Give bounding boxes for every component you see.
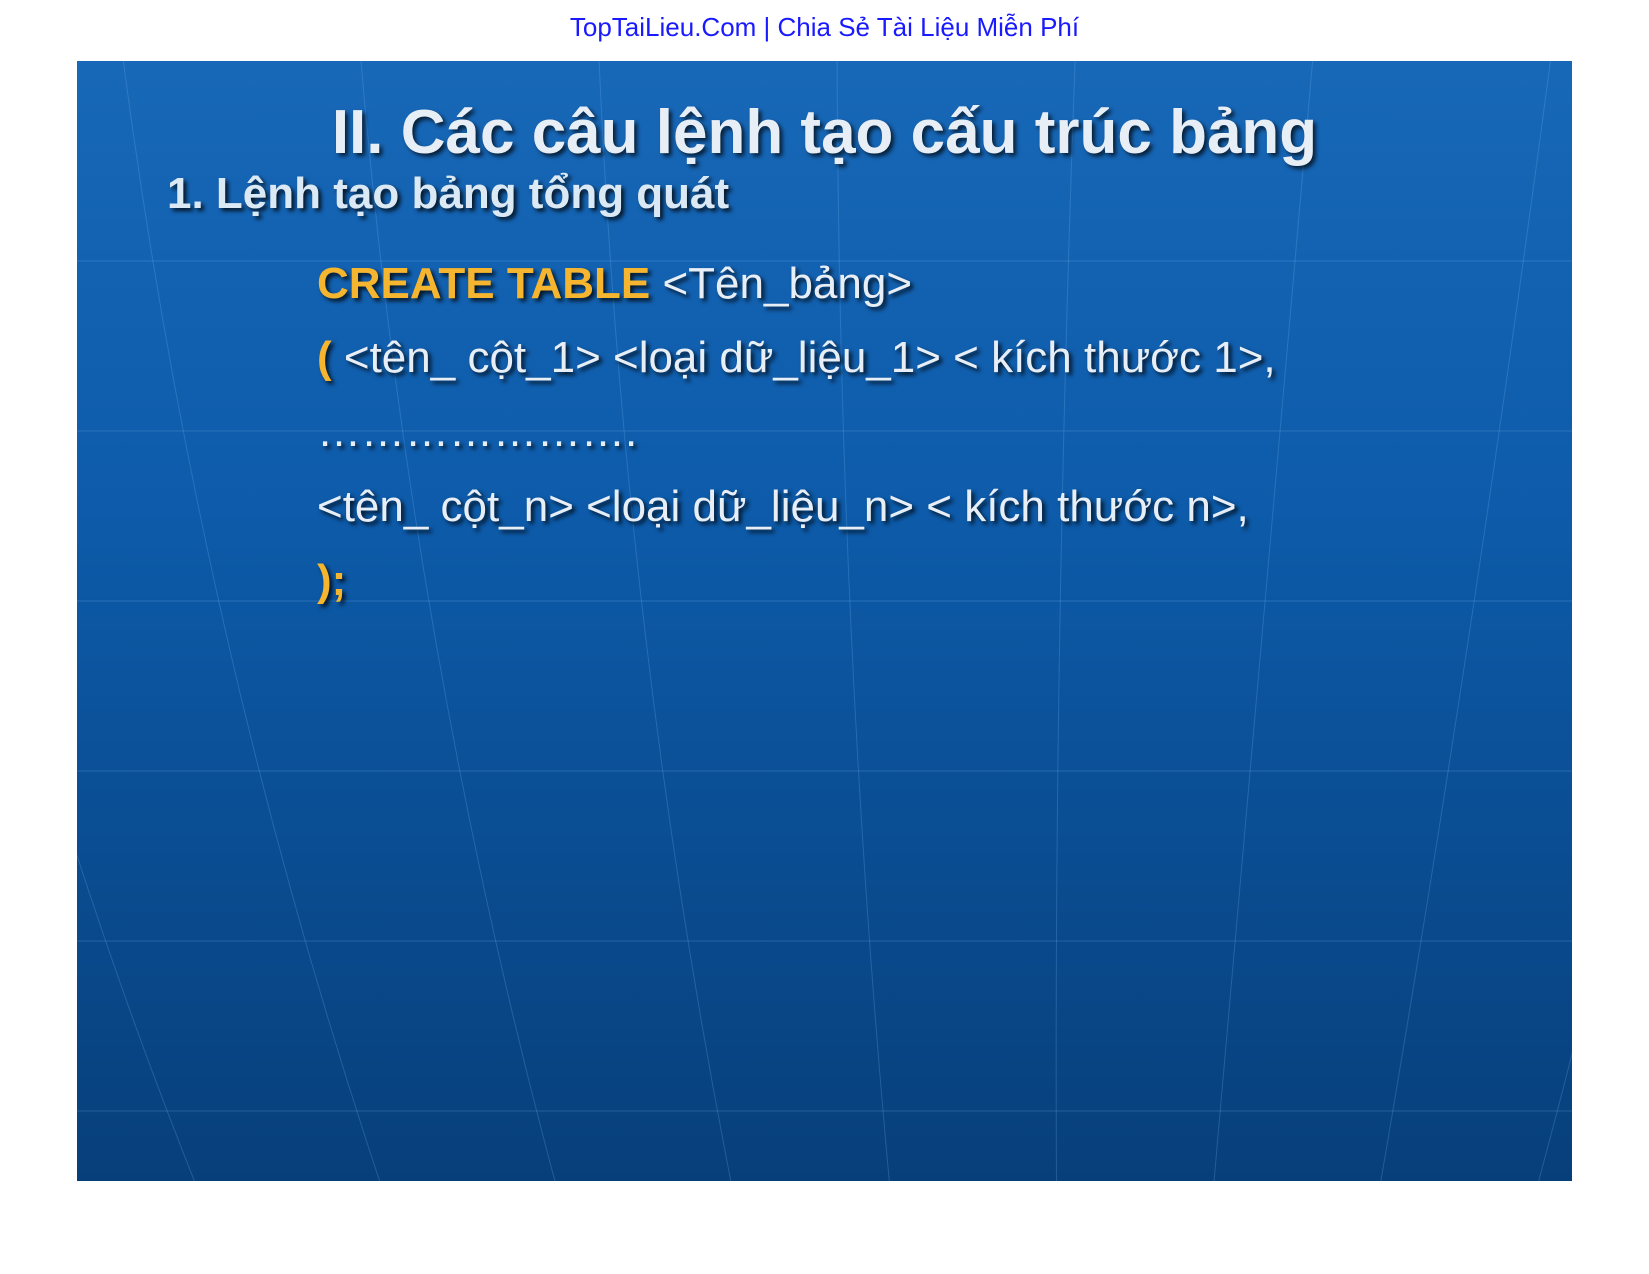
slide-container: II. Các câu lệnh tạo cấu trúc bảng 1. Lệ… (77, 61, 1572, 1181)
code-line-1: CREATE TABLE <Tên_bảng> (167, 249, 1492, 319)
keyword-open-paren: ( (317, 333, 332, 382)
syntax-tablename: <Tên_bảng> (650, 259, 912, 308)
code-line-5: ); (167, 546, 1492, 616)
syntax-col1: <tên_ cột_1> <loại dữ_liệu_1> < kích thư… (332, 333, 1276, 382)
slide-content: 1. Lệnh tạo bảng tổng quát CREATE TABLE … (77, 169, 1572, 617)
code-line-4: <tên_ cột_n> <loại dữ_liệu_n> < kích thư… (167, 472, 1492, 542)
keyword-create-table: CREATE TABLE (317, 259, 650, 308)
code-line-3: …………………. (167, 397, 1492, 467)
slide-title: II. Các câu lệnh tạo cấu trúc bảng (77, 91, 1572, 175)
slide-subtitle: 1. Lệnh tạo bảng tổng quát (167, 169, 1492, 219)
keyword-close-paren: ); (317, 556, 346, 605)
page-header-link[interactable]: TopTaiLieu.Com | Chia Sẻ Tài Liệu Miễn P… (0, 0, 1649, 61)
code-line-2: ( <tên_ cột_1> <loại dữ_liệu_1> < kích t… (167, 323, 1492, 393)
